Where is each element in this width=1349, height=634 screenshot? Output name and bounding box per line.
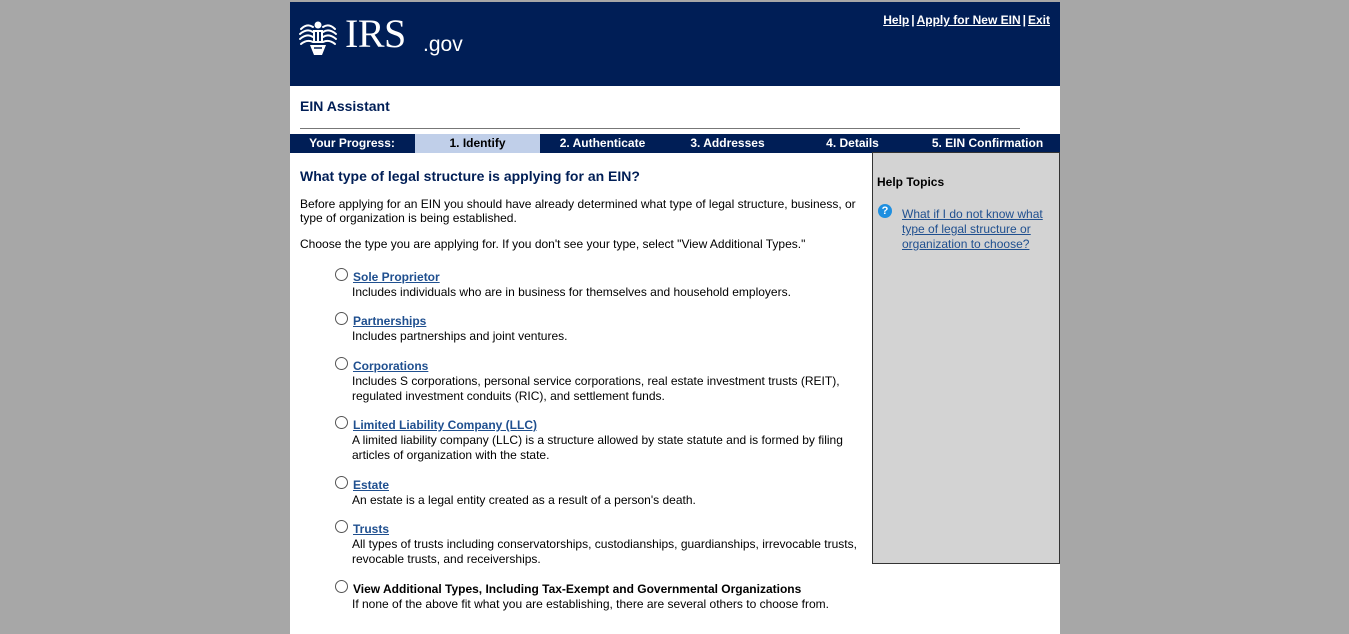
help-topics-heading: Help Topics [877,175,945,189]
page-question: What type of legal structure is applying… [300,168,640,184]
radio-estate[interactable] [335,476,348,489]
progress-step-identify: 1. Identify [415,134,540,153]
corporations-link[interactable]: Corporations [353,359,428,373]
top-links: Help | Apply for New EIN | Exit [883,13,1050,27]
additional-types-label: View Additional Types, Including Tax-Exe… [353,582,802,596]
help-sidebar: Help Topics ? What if I do not know what… [872,152,1060,564]
radio-corporations[interactable] [335,357,348,370]
logo-irs-text: IRS [345,11,406,56]
sole-proprietor-link[interactable]: Sole Proprietor [353,270,440,284]
progress-step-ein-confirmation: 5. EIN Confirmation [931,136,1044,150]
intro-text: Before applying for an EIN you should ha… [300,197,856,225]
page: IRS .gov Help | Apply for New EIN | Exit EIN… [290,2,1060,634]
title-divider [300,128,1020,129]
progress-step-authenticate: 2. Authenticate [559,136,646,150]
option-description: Includes S corporations, personal servic… [352,374,840,403]
option-description: Includes partnerships and joint ventures… [352,329,568,343]
link-separator: | [911,13,915,27]
option-description: Includes individuals who are in business… [352,285,791,299]
llc-link[interactable]: Limited Liability Company (LLC) [353,418,537,432]
option-description: A limited liability company (LLC) is a s… [352,433,843,462]
help-topic-link[interactable]: What if I do not know what type of legal… [902,207,1052,252]
radio-sole-proprietor[interactable] [335,268,348,281]
choose-instructions: Choose the type you are applying for. If… [300,237,806,251]
logo-gov-text: .gov [423,33,463,56]
trusts-link[interactable]: Trusts [353,522,389,536]
progress-step-details: 4. Details [826,136,879,150]
progress-label: Your Progress: [309,136,395,150]
progress-step-addresses: 3. Addresses [690,136,765,150]
progress-bar: Your Progress: 1. Identify 2. Authentica… [290,134,1060,153]
irs-eagle-icon [299,21,337,55]
exit-link[interactable]: Exit [1028,13,1050,27]
question-circle-icon: ? [878,204,892,218]
radio-additional-types[interactable] [335,580,348,593]
radio-partnerships[interactable] [335,312,348,325]
link-separator: | [1022,13,1026,27]
radio-llc[interactable] [335,416,348,429]
option-description: An estate is a legal entity created as a… [352,493,696,507]
apply-new-ein-link[interactable]: Apply for New EIN [917,13,1021,27]
option-description: All types of trusts including conservato… [352,537,857,566]
app-title: EIN Assistant [300,98,390,114]
help-link[interactable]: Help [883,13,909,27]
option-description: If none of the above fit what you are es… [352,597,829,611]
radio-trusts[interactable] [335,520,348,533]
estate-link[interactable]: Estate [353,478,389,492]
partnerships-link[interactable]: Partnerships [353,314,426,328]
header: IRS .gov Help | Apply for New EIN | Exit [290,2,1060,86]
